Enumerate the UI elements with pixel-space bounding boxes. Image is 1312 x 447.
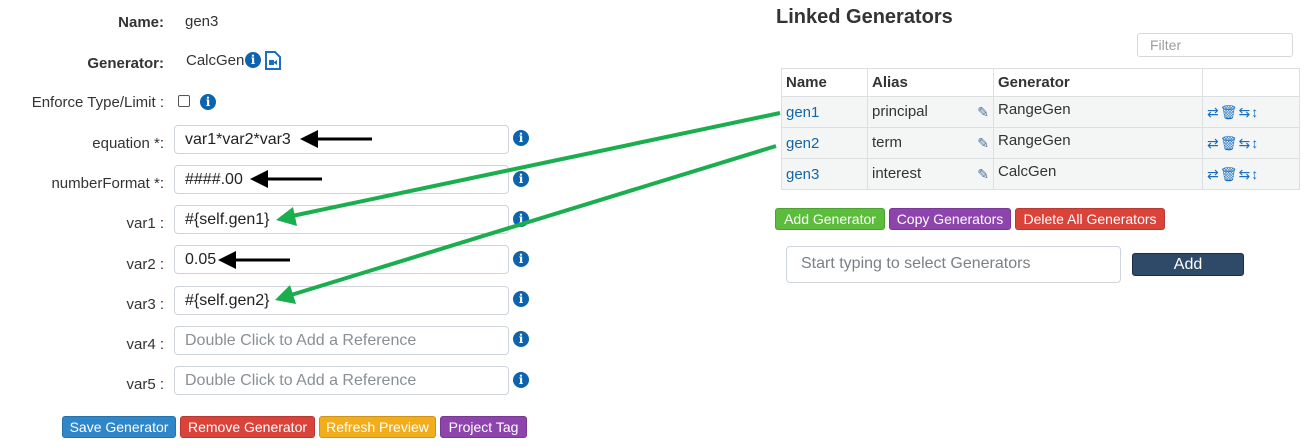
enforce-info-icon[interactable]: i (200, 94, 216, 110)
filter-input[interactable]: Filter (1137, 33, 1293, 57)
var1-input[interactable]: #{self.gen1} (174, 205, 509, 234)
generator-select-input[interactable]: Start typing to select Generators (786, 246, 1121, 283)
var3-info-icon[interactable]: i (513, 291, 529, 307)
swap-icon[interactable]: ⇄ (1207, 104, 1219, 121)
swap-icon[interactable]: ⇄ (1207, 135, 1219, 152)
field-label-equation: equation *: (92, 135, 164, 152)
var4-input[interactable]: Double Click to Add a Reference (174, 326, 509, 355)
arrows-horizontal-icon[interactable]: ⇆ (1239, 104, 1251, 121)
field-label-numberformat: numberFormat *: (51, 175, 164, 192)
var1-info-icon[interactable]: i (513, 211, 529, 227)
delete-all-generators-button[interactable]: Delete All Generators (1015, 208, 1165, 230)
table-row: gen2 term ✎ RangeGen ⇄🗑⇆↕ (781, 127, 1300, 159)
row-actions: ⇄🗑⇆↕ (1207, 135, 1259, 152)
pencil-icon[interactable]: ✎ (977, 135, 989, 152)
add-button[interactable]: Add (1132, 253, 1244, 276)
remove-generator-button[interactable]: Remove Generator (180, 416, 315, 438)
generator-info-icon[interactable]: i (245, 52, 261, 68)
generator-type-text: RangeGen (998, 101, 1071, 118)
column-header-name[interactable]: Name (781, 68, 868, 97)
pencil-icon[interactable]: ✎ (977, 104, 989, 121)
name-value: gen3 (185, 13, 219, 30)
alias-text: interest (872, 165, 922, 182)
swap-icon[interactable]: ⇄ (1207, 166, 1219, 183)
equation-input[interactable]: var1*var2*var3 (174, 125, 509, 154)
generator-link-gen3[interactable]: gen3 (786, 166, 819, 183)
table-row: gen3 interest ✎ CalcGen ⇄🗑⇆↕ (781, 158, 1300, 190)
row-actions: ⇄🗑⇆↕ (1207, 104, 1259, 121)
generator-type-text: RangeGen (998, 132, 1071, 149)
field-label-var1: var1 : (126, 215, 164, 232)
alias-text: principal (872, 103, 928, 120)
var5-input[interactable]: Double Click to Add a Reference (174, 366, 509, 395)
column-header-actions (1202, 68, 1300, 97)
add-generator-button[interactable]: Add Generator (775, 208, 885, 230)
row-actions: ⇄🗑⇆↕ (1207, 166, 1259, 183)
column-header-generator[interactable]: Generator (993, 68, 1203, 97)
field-label-var5: var5 : (126, 376, 164, 393)
table-row: gen1 principal ✎ RangeGen ⇄🗑⇆↕ (781, 96, 1300, 128)
enforce-checkbox[interactable] (178, 95, 190, 107)
field-label-var4: var4 : (126, 336, 164, 353)
var5-info-icon[interactable]: i (513, 372, 529, 388)
generator-link-gen2[interactable]: gen2 (786, 135, 819, 152)
arrows-vertical-icon[interactable]: ↕ (1251, 135, 1258, 151)
column-header-alias[interactable]: Alias (867, 68, 994, 97)
trash-icon[interactable]: 🗑 (1220, 135, 1238, 152)
project-tag-button[interactable]: Project Tag (440, 416, 527, 438)
field-label-var2: var2 : (126, 256, 164, 273)
var2-info-icon[interactable]: i (513, 251, 529, 267)
linked-generators-title: Linked Generators (776, 6, 953, 28)
generator-value: CalcGen (186, 52, 245, 69)
var3-input[interactable]: #{self.gen2} (174, 286, 509, 315)
document-icon[interactable] (264, 51, 282, 70)
field-label-var3: var3 : (126, 296, 164, 313)
generator-label: Generator: (87, 55, 164, 72)
copy-generators-button[interactable]: Copy Generators (889, 208, 1011, 230)
arrows-horizontal-icon[interactable]: ⇆ (1239, 135, 1251, 152)
save-generator-button[interactable]: Save Generator (62, 416, 176, 438)
refresh-preview-button[interactable]: Refresh Preview (319, 416, 436, 438)
name-label: Name: (118, 14, 164, 31)
trash-icon[interactable]: 🗑 (1220, 104, 1238, 121)
generator-type-text: CalcGen (998, 163, 1057, 180)
generator-link-gen1[interactable]: gen1 (786, 104, 819, 121)
enforce-label: Enforce Type/Limit : (31, 94, 164, 111)
var4-info-icon[interactable]: i (513, 331, 529, 347)
arrows-horizontal-icon[interactable]: ⇆ (1239, 166, 1251, 183)
alias-text: term (872, 134, 902, 151)
pencil-icon[interactable]: ✎ (977, 166, 989, 183)
numberformat-info-icon[interactable]: i (513, 171, 529, 187)
numberformat-input[interactable]: ####.00 (174, 165, 509, 194)
var2-input[interactable]: 0.05 (174, 245, 509, 274)
equation-info-icon[interactable]: i (513, 130, 529, 146)
trash-icon[interactable]: 🗑 (1220, 166, 1238, 183)
arrows-vertical-icon[interactable]: ↕ (1251, 104, 1258, 120)
linked-generators-table: Name Alias Generator gen1 principal ✎ Ran… (781, 68, 1300, 190)
arrows-vertical-icon[interactable]: ↕ (1251, 166, 1258, 182)
